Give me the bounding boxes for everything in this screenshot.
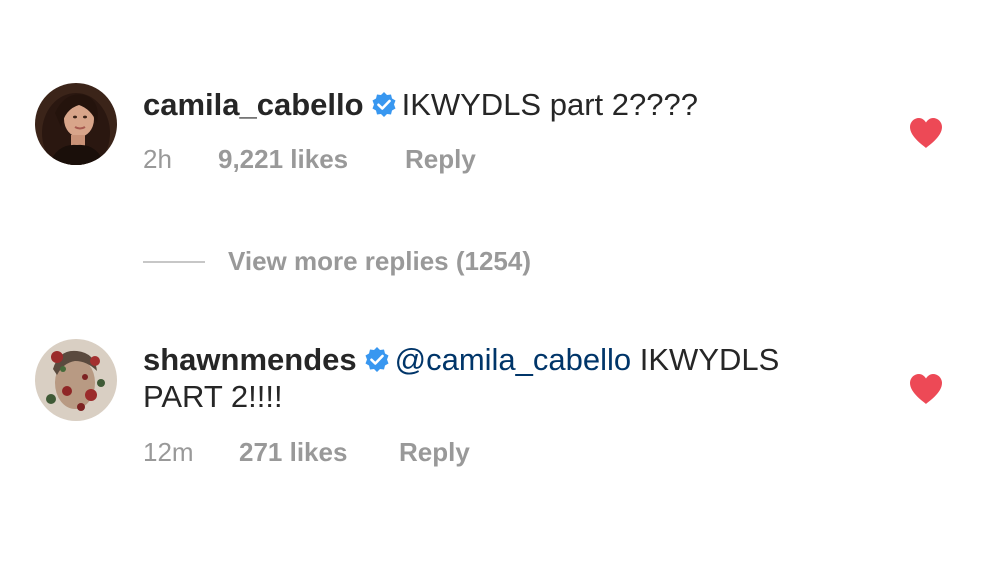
comment-text: IKWYDLS part 2????: [401, 87, 698, 122]
timestamp: 2h: [143, 144, 172, 174]
avatar-shawnmendes[interactable]: [35, 339, 117, 421]
heart-icon[interactable]: [908, 117, 944, 149]
comment-text: IKWYDLS: [631, 342, 780, 377]
comment-1-meta: 2h 9,221 likes Reply: [143, 144, 543, 176]
verified-badge-icon: [370, 89, 398, 129]
comment-2-line-2: PART 2!!!!: [143, 377, 283, 417]
divider-line: [143, 261, 205, 263]
timestamp: 12m: [143, 437, 194, 467]
likes-count[interactable]: 9,221 likes: [218, 144, 348, 175]
verified-badge-icon: [363, 344, 391, 384]
likes-count[interactable]: 271 likes: [239, 437, 347, 468]
username-link[interactable]: shawnmendes: [143, 342, 357, 377]
heart-icon[interactable]: [908, 373, 944, 405]
mention-link[interactable]: @camila_cabello: [395, 342, 632, 377]
view-more-replies-label[interactable]: View more replies (1254): [228, 246, 531, 277]
username-link[interactable]: camila_cabello: [143, 87, 364, 122]
reply-button[interactable]: Reply: [405, 144, 476, 175]
comment-1-line: camila_cabello IKWYDLS part 2????: [143, 85, 698, 129]
comment-2-meta: 12m 271 likes Reply: [143, 437, 543, 469]
avatar-camila-cabello[interactable]: [35, 83, 117, 165]
comment-text-continued: PART 2!!!!: [143, 379, 283, 414]
reply-button[interactable]: Reply: [399, 437, 470, 468]
